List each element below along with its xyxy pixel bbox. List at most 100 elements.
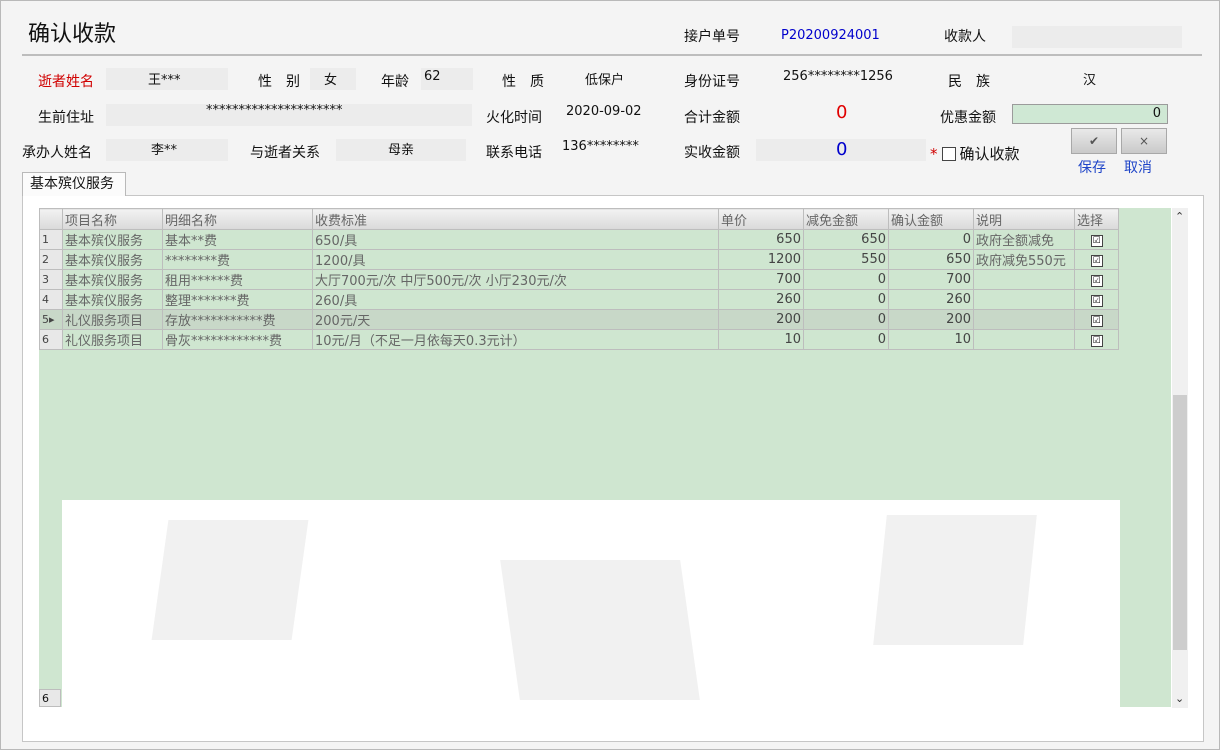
cell-detail[interactable]: ********费 — [162, 249, 313, 270]
received-amount: 0 — [836, 139, 848, 160]
ethnicity-label: 民 族 — [948, 74, 990, 90]
cell-note[interactable]: 政府减免550元 — [973, 249, 1075, 270]
cell-reduction[interactable]: 0 — [803, 289, 889, 310]
select-checkbox[interactable]: ☑ — [1090, 335, 1103, 347]
cell-reduction[interactable]: 650 — [803, 229, 889, 250]
scrollbar-thumb[interactable] — [1173, 395, 1187, 650]
select-checkbox[interactable]: ☑ — [1090, 255, 1103, 267]
cell-detail[interactable]: 整理*******费 — [162, 289, 313, 310]
cell-standard[interactable]: 10元/月（不足一月依每天0.3元计） — [312, 329, 719, 350]
cancel-link[interactable]: 取消 — [1124, 157, 1152, 177]
relation-value: 母亲 — [388, 143, 415, 158]
payee-field[interactable] — [1012, 26, 1182, 48]
cell-confirmed[interactable]: 700 — [888, 269, 974, 290]
save-link[interactable]: 保存 — [1078, 157, 1106, 177]
cell-reduction[interactable]: 0 — [803, 309, 889, 330]
id-label: 身份证号 — [684, 74, 740, 90]
ethnicity-value: 汉 — [1083, 73, 1097, 88]
cell-project[interactable]: 礼仪服务项目 — [62, 329, 163, 350]
gender-value: 女 — [324, 73, 338, 88]
cell-confirmed[interactable]: 200 — [888, 309, 974, 330]
cell-project[interactable]: 礼仪服务项目 — [62, 309, 163, 330]
nature-label: 性 质 — [502, 74, 544, 90]
cell-confirmed[interactable]: 260 — [888, 289, 974, 310]
col-price[interactable]: 单价 — [718, 208, 804, 230]
tab-basic-funeral-service[interactable]: 基本殡仪服务 — [22, 172, 126, 196]
confirm-payment-checkbox[interactable]: * 确认收款 — [930, 143, 1020, 164]
cell-price[interactable]: 1200 — [718, 249, 804, 270]
total-amount: 0 — [836, 102, 848, 123]
cell-select[interactable]: ☑ — [1074, 329, 1119, 350]
cell-standard[interactable]: 260/具 — [312, 289, 719, 310]
discount-label: 优惠金额 — [940, 110, 996, 126]
scroll-up-icon[interactable]: ⌃ — [1175, 210, 1184, 223]
col-project[interactable]: 项目名称 — [62, 208, 163, 230]
scroll-down-icon[interactable]: ⌄ — [1175, 692, 1184, 705]
col-confirmed[interactable]: 确认金额 — [888, 208, 974, 230]
cell-price[interactable]: 10 — [718, 329, 804, 350]
select-checkbox[interactable]: ☑ — [1090, 235, 1103, 247]
cell-note[interactable] — [973, 329, 1075, 350]
deceased-name-value: 王*** — [148, 73, 181, 88]
cancel-button[interactable]: × — [1121, 128, 1167, 154]
table-row[interactable]: 6 礼仪服务项目 骨灰************费 10元/月（不足一月依每天0.… — [39, 329, 1119, 350]
discount-input[interactable]: 0 — [1012, 104, 1168, 124]
table-row-selected[interactable]: 5▸ 礼仪服务项目 存放***********费 200元/天 200 0 20… — [39, 309, 1119, 330]
fee-table: 项目名称 明细名称 收费标准 单价 减免金额 确认金额 说明 选择 1 基本殡仪… — [39, 208, 1119, 350]
select-checkbox[interactable]: ☑ — [1090, 315, 1103, 327]
deceased-name-label: 逝者姓名 — [38, 74, 94, 90]
cell-standard[interactable]: 1200/具 — [312, 249, 719, 270]
age-value: 62 — [424, 69, 441, 84]
cell-standard[interactable]: 200元/天 — [312, 309, 719, 330]
agent-label: 承办人姓名 — [22, 145, 92, 161]
cell-detail[interactable]: 存放***********费 — [162, 309, 313, 330]
cell-note[interactable] — [973, 289, 1075, 310]
total-label: 合计金额 — [684, 110, 740, 126]
nature-value: 低保户 — [585, 73, 625, 88]
select-checkbox[interactable]: ☑ — [1090, 275, 1103, 287]
select-checkbox[interactable]: ☑ — [1090, 295, 1103, 307]
cell-confirmed[interactable]: 10 — [888, 329, 974, 350]
cell-project[interactable]: 基本殡仪服务 — [62, 289, 163, 310]
cell-select[interactable]: ☑ — [1074, 269, 1119, 290]
cell-confirmed[interactable]: 650 — [888, 249, 974, 270]
receipt-no-value: P20200924001 — [781, 28, 880, 43]
cell-detail[interactable]: 租用******费 — [162, 269, 313, 290]
cell-project[interactable]: 基本殡仪服务 — [62, 249, 163, 270]
cell-confirmed[interactable]: 0 — [888, 229, 974, 250]
cell-project[interactable]: 基本殡仪服务 — [62, 229, 163, 250]
table-row[interactable]: 2 基本殡仪服务 ********费 1200/具 1200 550 650 政… — [39, 249, 1119, 270]
save-button[interactable]: ✔ — [1071, 128, 1117, 154]
cell-standard[interactable]: 大厅700元/次 中厅500元/次 小厅230元/次 — [312, 269, 719, 290]
cell-note[interactable]: 政府全额减免 — [973, 229, 1075, 250]
cell-select[interactable]: ☑ — [1074, 309, 1119, 330]
cell-reduction[interactable]: 0 — [803, 269, 889, 290]
received-label: 实收金额 — [684, 145, 740, 161]
cell-note[interactable] — [973, 309, 1075, 330]
table-row[interactable]: 3 基本殡仪服务 租用******费 大厅700元/次 中厅500元/次 小厅2… — [39, 269, 1119, 290]
cell-select[interactable]: ☑ — [1074, 289, 1119, 310]
cell-price[interactable]: 700 — [718, 269, 804, 290]
table-row[interactable]: 1 基本殡仪服务 基本**费 650/具 650 650 0 政府全额减免 ☑ — [39, 229, 1119, 250]
cell-select[interactable]: ☑ — [1074, 229, 1119, 250]
cremation-value: 2020-09-02 — [566, 104, 642, 119]
col-reduction[interactable]: 减免金额 — [803, 208, 889, 230]
col-detail[interactable]: 明细名称 — [162, 208, 313, 230]
cell-detail[interactable]: 基本**费 — [162, 229, 313, 250]
cell-price[interactable]: 650 — [718, 229, 804, 250]
col-select[interactable]: 选择 — [1074, 208, 1119, 230]
cell-reduction[interactable]: 0 — [803, 329, 889, 350]
cell-select[interactable]: ☑ — [1074, 249, 1119, 270]
cell-project[interactable]: 基本殡仪服务 — [62, 269, 163, 290]
cell-price[interactable]: 260 — [718, 289, 804, 310]
cell-reduction[interactable]: 550 — [803, 249, 889, 270]
col-note[interactable]: 说明 — [973, 208, 1075, 230]
cell-standard[interactable]: 650/具 — [312, 229, 719, 250]
confirm-checkbox-box[interactable] — [941, 146, 956, 161]
table-row[interactable]: 4 基本殡仪服务 整理*******费 260/具 260 0 260 ☑ — [39, 289, 1119, 310]
agent-value: 李** — [151, 143, 178, 158]
col-standard[interactable]: 收费标准 — [312, 208, 719, 230]
cell-note[interactable] — [973, 269, 1075, 290]
cell-detail[interactable]: 骨灰************费 — [162, 329, 313, 350]
cell-price[interactable]: 200 — [718, 309, 804, 330]
